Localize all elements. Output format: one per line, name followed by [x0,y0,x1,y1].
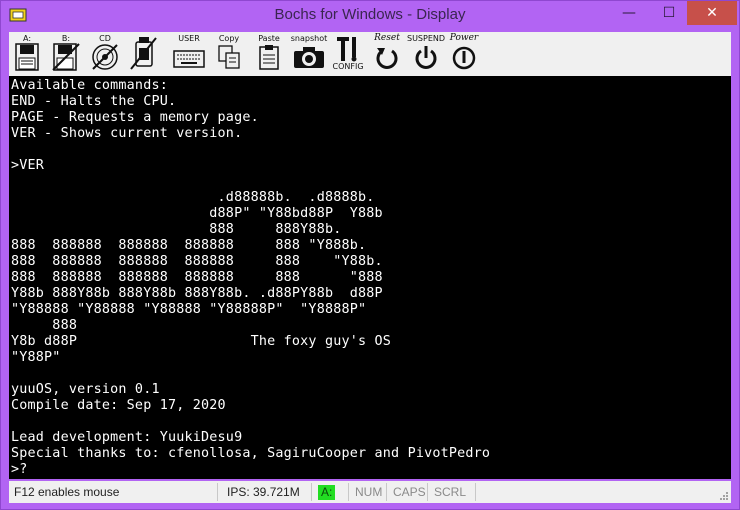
console-line: Y8b d88P The foxy guy's OS [11,334,392,349]
drive-indicator: A: [318,485,336,500]
user-label: USER [178,34,200,43]
paste-label: Paste [258,34,280,43]
copy-icon [218,45,240,69]
scroll-lock-indicator: SCRL [434,485,467,499]
console-line: >VER [11,158,45,173]
cdrom-icon [92,44,118,70]
console-line: PAGE - Requests a memory page. [11,110,259,125]
console-line: d88P" "Y88bd88P Y88b [11,206,383,221]
config-icon [337,37,357,62]
snapshot-label: snapshot [290,34,328,43]
console-line: .d88888b. .d8888b. [11,190,375,205]
num-lock-indicator: NUM [355,485,383,499]
floppy-a-label: A: [22,34,32,43]
console-line: Available commands: [11,78,168,93]
minimize-button[interactable]: — [609,1,649,25]
user-button[interactable]: USER [171,34,207,74]
power-icon [452,46,476,70]
console-line: 888 888Y88b. [11,222,342,237]
status-divider [475,483,476,501]
floppy-b-icon [52,43,80,71]
usb-icon [130,37,157,70]
status-divider [427,483,428,501]
status-divider [348,483,349,501]
maximize-button[interactable]: ☐ [649,1,689,25]
floppy-b-button[interactable]: B: [51,34,81,74]
status-divider [386,483,387,501]
suspend-button[interactable]: SUSPEND [407,34,445,74]
power-label: Power [449,33,479,43]
toolbar: A: B: CD USER Copy Paste snapshot CONFIG… [9,32,731,76]
floppy-b-label: B: [61,34,71,43]
cdrom-button[interactable]: CD [89,34,121,74]
camera-icon [294,47,324,68]
keyboard-icon [173,50,205,68]
power-button[interactable]: Power [447,34,481,74]
vga-display[interactable]: Available commands: END - Halts the CPU. P… [9,76,731,479]
console-line: yuuOS, version 0.1 [11,382,160,397]
suspend-label: SUSPEND [407,34,446,43]
snapshot-button[interactable]: snapshot [289,34,329,74]
console-line: 888 888888 888888 888888 888 "Y888b. [11,238,367,253]
mouse-hint: F12 enables mouse [14,485,120,499]
bochs-window: Bochs for Windows - Display — ☐ ✕ A: B: [0,0,740,510]
paste-button[interactable]: Paste [253,34,285,74]
console-line: "Y88888 "Y88888 "Y88888 "Y88888P" "Y8888… [11,302,367,317]
console-line: 888 [11,318,78,333]
resize-grip-icon[interactable] [719,491,729,501]
console-line: END - Halts the CPU. [11,94,177,109]
console-line: "Y88P" [11,350,61,365]
console-line: 888 888888 888888 888888 888 "888 [11,270,383,285]
config-label: CONFIG [332,62,364,71]
reset-label: Reset [374,33,400,43]
reset-button[interactable]: Reset [369,34,405,74]
console-line: Special thanks to: cfenollosa, SagiruCoo… [11,446,491,461]
console-line: >? [11,462,28,477]
status-divider [217,483,218,501]
copy-button[interactable]: Copy [213,34,245,74]
close-button[interactable]: ✕ [687,1,737,25]
reset-icon [376,48,398,69]
floppy-a-icon [15,43,39,71]
suspend-icon [415,46,437,69]
console-line: Y88b 888Y88b 888Y88b 888Y88b. .d88PY88b … [11,286,383,301]
console-line: Lead development: YuukiDesu9 [11,430,243,445]
console-line: Compile date: Sep 17, 2020 [11,398,226,413]
console-line: 888 888888 888888 888888 888 "Y88b. [11,254,383,269]
console-line: VER - Shows current version. [11,126,243,141]
usb-button[interactable] [127,34,159,74]
caps-lock-indicator: CAPS [393,485,426,499]
paste-icon [259,45,279,70]
console-output: Available commands: END - Halts the CPU. P… [11,78,490,478]
floppy-a-button[interactable]: A: [13,34,41,74]
cdrom-label: CD [99,34,111,43]
config-button[interactable]: CONFIG [331,34,365,74]
ips-counter: IPS: 39.721M [227,485,300,499]
status-divider [311,483,312,501]
copy-label: Copy [218,34,240,43]
title-bar[interactable]: Bochs for Windows - Display — ☐ ✕ [1,1,739,32]
status-bar: F12 enables mouse IPS: 39.721M A: NUM CA… [9,481,731,503]
